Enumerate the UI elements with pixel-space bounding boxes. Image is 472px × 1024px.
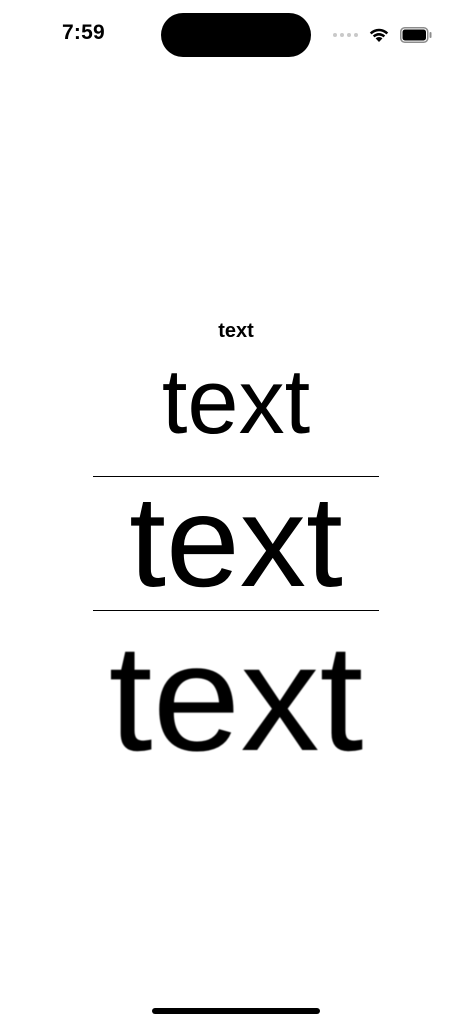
text-label-small: text: [218, 320, 254, 342]
home-indicator[interactable]: [152, 1008, 320, 1014]
divider-bottom: [93, 610, 379, 611]
main-content: text text text text: [0, 0, 472, 1024]
text-label-large: text: [129, 468, 343, 614]
text-label-medium: text: [161, 351, 311, 453]
text-label-xlarge: text: [108, 613, 364, 783]
